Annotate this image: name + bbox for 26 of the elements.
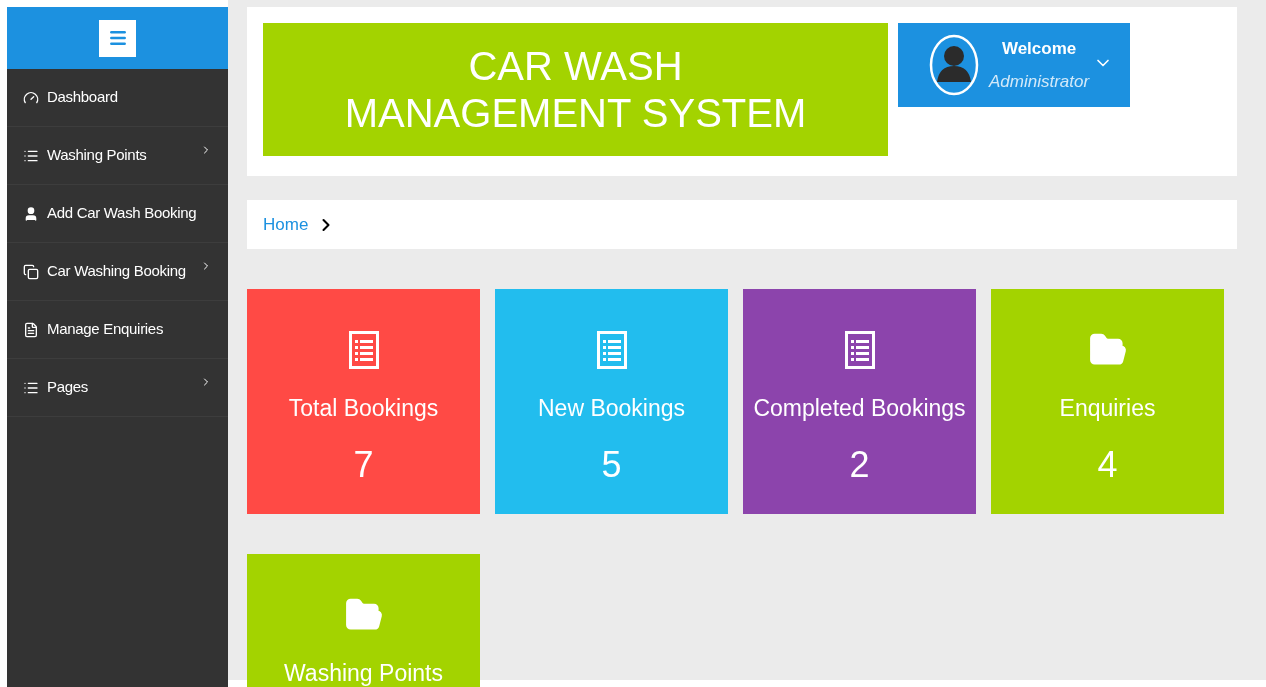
copy-icon bbox=[23, 263, 39, 280]
card-value: 7 bbox=[353, 442, 374, 487]
breadcrumb-link[interactable]: Home bbox=[263, 211, 309, 238]
avatar-icon bbox=[929, 34, 979, 96]
document-icon bbox=[23, 321, 39, 338]
user-role: Administrator bbox=[989, 71, 1090, 93]
app-title: CAR WASH MANAGEMENT SYSTEM bbox=[343, 42, 808, 137]
menu-icon bbox=[107, 28, 128, 48]
card-value: 4 bbox=[1097, 442, 1118, 487]
card-label: Enquiries bbox=[1059, 394, 1156, 423]
card-value: 2 bbox=[849, 442, 870, 487]
stat-card[interactable]: Completed Bookings 2 bbox=[743, 289, 976, 514]
stat-card[interactable]: Total Bookings 7 bbox=[247, 289, 480, 514]
card-label: Washing Points bbox=[284, 659, 443, 687]
card-label: Completed Bookings bbox=[753, 394, 966, 423]
user-menu[interactable]: Welcome Administrator bbox=[898, 23, 1130, 107]
list-document-icon bbox=[596, 331, 627, 369]
list-document-icon bbox=[348, 331, 379, 369]
gauge-icon bbox=[23, 89, 39, 106]
user-icon bbox=[23, 205, 39, 222]
card-label: New Bookings bbox=[538, 394, 685, 423]
card-label: Total Bookings bbox=[288, 394, 439, 423]
welcome-label: Welcome bbox=[1001, 37, 1077, 60]
menu-button[interactable] bbox=[99, 19, 136, 57]
list-document-icon bbox=[844, 331, 875, 369]
card-value: 5 bbox=[601, 442, 622, 487]
